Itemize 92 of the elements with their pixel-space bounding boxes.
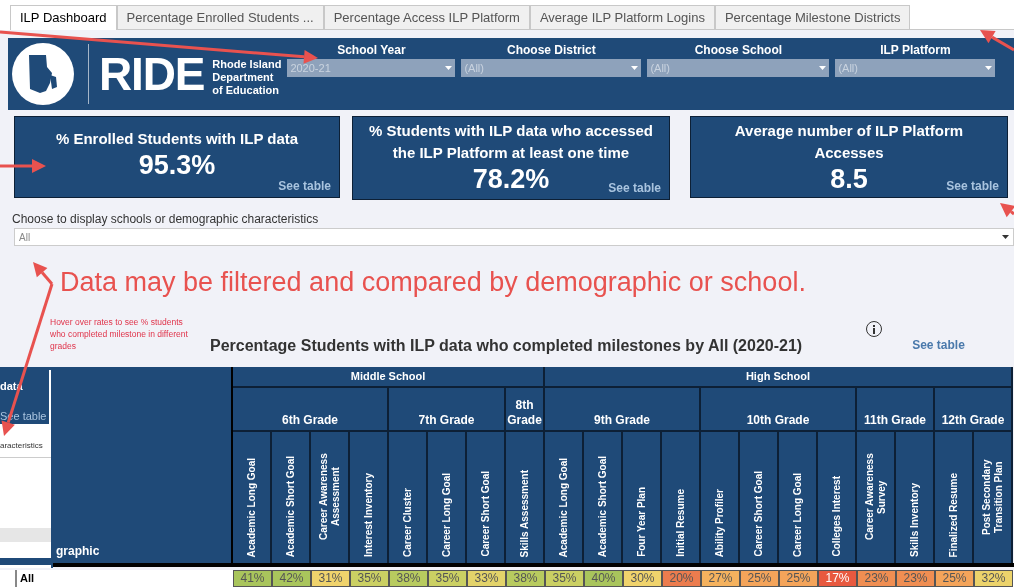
column-header: Career Short Goal — [479, 471, 492, 557]
filter-label: Choose District — [506, 42, 597, 59]
column-header: graphic — [56, 543, 100, 560]
annotation-arrow — [1000, 203, 1014, 218]
filter-label: ILP Platform — [879, 42, 952, 59]
dropdown-value: (All) — [650, 60, 670, 76]
data-cell: 40% — [584, 570, 623, 587]
column-header: Career Awareness Survey — [863, 452, 888, 543]
tab[interactable]: Percentage Milestone Districts — [714, 5, 911, 30]
data-cell: 23% — [857, 570, 896, 587]
column-header: Ability Profiler — [713, 488, 726, 557]
column-header: Interest Inventory — [362, 473, 375, 557]
column-group-header: 8th Grade — [506, 388, 545, 432]
caret-icon — [819, 66, 827, 70]
row-label: All — [15, 570, 35, 587]
data-cell: 25% — [935, 570, 974, 587]
column-header: Academic Long Goal — [245, 457, 258, 557]
kpi-title: % Students with ILP data who accessed the ILP Platform at least one time — [368, 121, 654, 163]
kpi-title: % Enrolled Students with ILP data — [54, 129, 300, 149]
data-cell: 31% — [311, 570, 350, 587]
see-table-link[interactable]: See table — [912, 336, 965, 354]
data-cell: 25% — [740, 570, 779, 587]
column-group-header: 7th Grade — [389, 388, 506, 432]
see-table-link[interactable]: See table — [608, 179, 661, 197]
data-cell: 42% — [272, 570, 311, 587]
table-row-background — [0, 528, 51, 542]
column-header: Post Secondary Transition Plan — [980, 458, 1005, 537]
organization-name: Rhode Island Department of Education — [212, 57, 282, 97]
dropdown-value: 2020-21 — [290, 60, 331, 76]
kpi-value: 78.2% — [472, 164, 550, 194]
column-header: Academic Short Goal — [596, 455, 609, 557]
data-cell: 38% — [506, 570, 545, 587]
caret-icon — [445, 66, 453, 70]
caret-icon — [631, 66, 639, 70]
column-header: Skills Assessment — [518, 469, 531, 557]
data-cell: 30% — [623, 570, 662, 587]
annotation-arrow — [980, 30, 1014, 52]
data-cell: 35% — [350, 570, 389, 587]
column-header: Finalized Resume — [947, 472, 960, 557]
caret-icon — [1002, 235, 1009, 239]
data-cell: 35% — [428, 570, 467, 587]
tab[interactable]: ILP Dashboard — [10, 5, 117, 30]
column-header: Colleges Interest — [830, 476, 843, 557]
column-group-header: 6th Grade — [233, 388, 389, 432]
tab[interactable]: Percentage Enrolled Students ... — [116, 5, 324, 30]
annotation-text: Data may be filtered and compared by demographic or school. — [60, 266, 807, 299]
column-header: Four Year Plan — [635, 487, 648, 557]
tab[interactable]: Percentage Access ILP Platform — [323, 5, 530, 30]
tab[interactable]: Average ILP Platform Logins — [529, 5, 715, 30]
dropdown[interactable]: All — [14, 228, 1014, 246]
see-table-link[interactable]: See table — [946, 177, 999, 195]
data-cell: 17% — [818, 570, 857, 587]
kpi-value: 8.5 — [830, 164, 868, 194]
column-group-header: 11th Grade — [857, 388, 935, 432]
column-header: Initial Resume — [674, 489, 687, 557]
data-cell: 25% — [779, 570, 818, 587]
dropdown-value: (All) — [838, 60, 858, 76]
annotation-arrow — [0, 159, 46, 173]
logo-wordmark: RIDE — [99, 51, 205, 97]
filter-label: Choose to display schools or demographic characteristics — [12, 211, 319, 226]
data-cell: 41% — [233, 570, 272, 587]
data-cell: 27% — [701, 570, 740, 587]
column-header: Career Long Goal — [791, 473, 804, 557]
data-cell: 33% — [467, 570, 506, 587]
data-cell: 23% — [896, 570, 935, 587]
kpi-value: 95.3% — [138, 150, 216, 180]
kpi-title: Average number of ILP Platform Accesses — [733, 121, 965, 163]
filter-label: School Year — [336, 42, 407, 59]
column-header: Career Long Goal — [440, 473, 453, 557]
data-cell: 32% — [974, 570, 1013, 587]
data-cell: 35% — [545, 570, 584, 587]
dropdown-value: (All) — [464, 60, 484, 76]
see-table-link[interactable]: See table — [278, 177, 331, 195]
column-header: Academic Short Goal — [284, 455, 297, 557]
column-header: Academic Long Goal — [557, 457, 570, 557]
column-group-header: Middle School — [233, 367, 545, 388]
column-group-header: High School — [545, 367, 1013, 388]
column-group-header: 9th Grade — [545, 388, 701, 432]
hover-note: Hover over rates to see % students who completed milestone in different grades — [50, 316, 189, 352]
chart-title: Percentage Students with ILP data who completed milestones by All (2020-21) — [210, 336, 803, 356]
column-header: Career Short Goal — [752, 471, 765, 557]
dropdown-value: All — [19, 230, 31, 245]
column-header: Skills Inventory — [908, 483, 921, 557]
column-group-header: 12th Grade — [935, 388, 1013, 432]
data-cell: 20% — [662, 570, 701, 587]
filter-label: Choose School — [693, 42, 784, 59]
caret-icon — [985, 66, 993, 70]
column-header: Career Cluster — [401, 488, 414, 557]
filter-label: aracteristics — [0, 441, 44, 451]
column-group-header: 10th Grade — [701, 388, 857, 432]
data-cell: 38% — [389, 570, 428, 587]
column-header: Career Awareness Assessment — [317, 452, 342, 543]
